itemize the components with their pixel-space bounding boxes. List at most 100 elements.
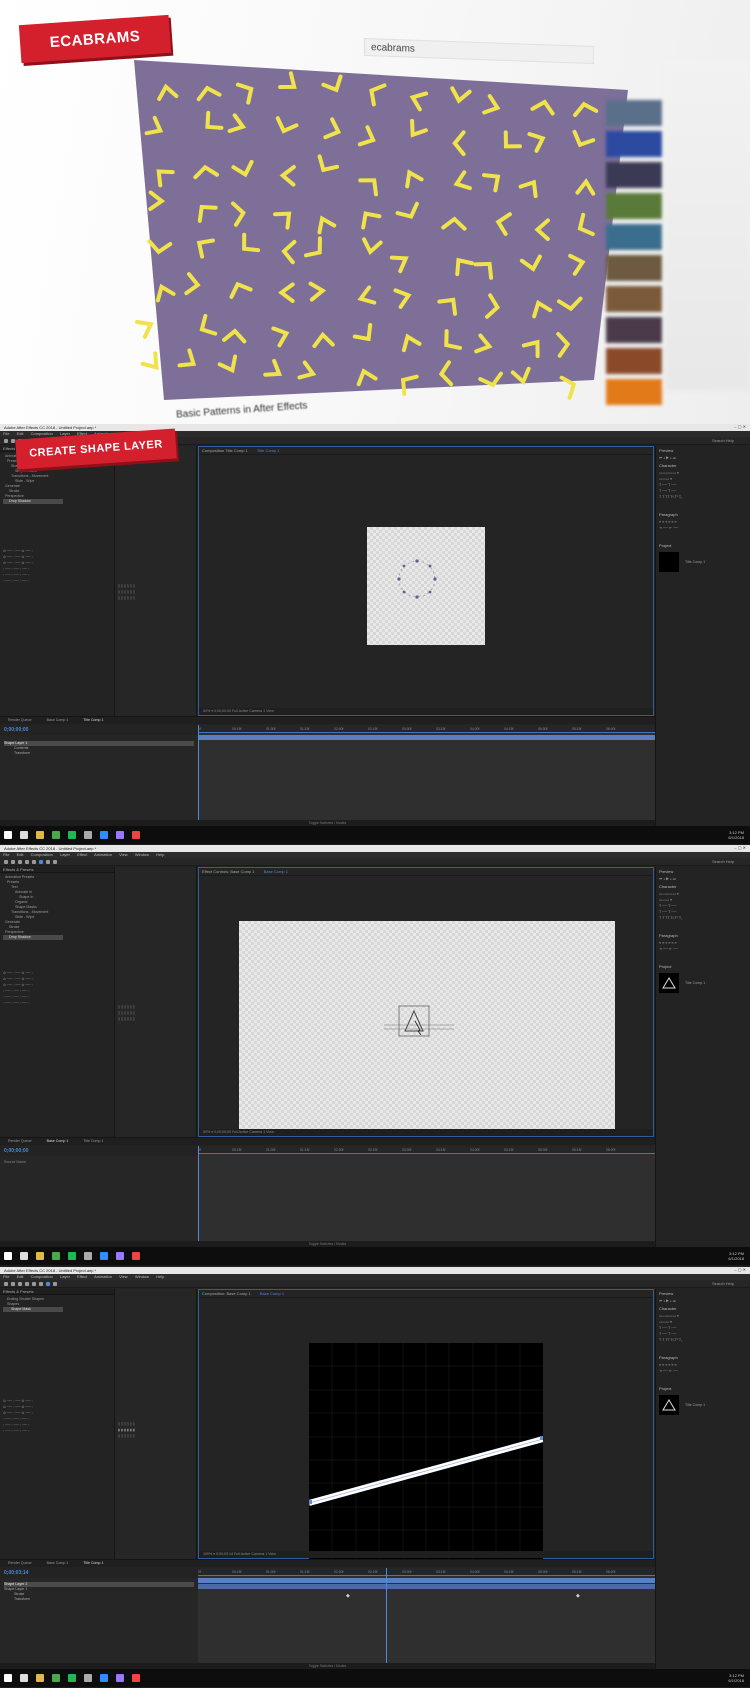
after-effects-icon[interactable] <box>116 1252 124 1260</box>
start-icon[interactable] <box>4 1674 12 1682</box>
chrome-icon[interactable] <box>52 1252 60 1260</box>
tab-render-queue[interactable]: Render Queue <box>8 1561 32 1565</box>
layer-property[interactable]: Transform <box>4 1597 194 1602</box>
menu-window[interactable]: Window <box>135 1274 149 1279</box>
selection-tool-icon[interactable] <box>4 860 8 864</box>
menu-edit[interactable]: Edit <box>17 1274 24 1279</box>
system-clock[interactable]: 3:12 PM 6/1/2018 <box>728 1673 744 1683</box>
type-tool-icon[interactable] <box>53 860 57 864</box>
photoshop-icon[interactable] <box>100 1252 108 1260</box>
search-icon[interactable] <box>20 831 28 839</box>
current-time[interactable]: 0;00;03;14 <box>4 1570 28 1576</box>
folder-icon[interactable] <box>36 1252 44 1260</box>
keyframe-icon[interactable]: ◆ <box>576 1593 580 1599</box>
menu-layer[interactable]: Layer <box>60 1274 70 1279</box>
rotate-tool-icon[interactable] <box>25 860 29 864</box>
rectangle-tool-icon[interactable] <box>39 860 43 864</box>
composition-footer[interactable]: 50% ▾ 0;00;00;00 Full Active Camera 1 Vi… <box>199 1129 653 1136</box>
tab-render-queue[interactable]: Render Queue <box>8 1139 32 1143</box>
timeline-tracks[interactable]: 0f 00:15f 01:00f 01:15f 02:00f 02:15f 03:00f 03… <box>198 1146 655 1248</box>
menu-composition[interactable]: Composition <box>31 1274 53 1279</box>
menu-view[interactable]: View <box>119 1274 128 1279</box>
menu-view[interactable]: View <box>119 852 128 857</box>
selection-tool-icon[interactable] <box>4 439 8 443</box>
search-help-input[interactable]: Search Help <box>712 859 742 865</box>
tab-title-comp[interactable]: Title Comp 1 <box>83 1139 103 1143</box>
project-item-name[interactable]: Title Comp 1 <box>682 560 708 564</box>
tab-base-comp[interactable]: Base Comp 1 <box>47 1561 69 1565</box>
tab-title-comp[interactable]: Title Comp 1 <box>83 1561 103 1565</box>
camera-tool-icon[interactable] <box>32 1282 36 1286</box>
layer-duration-bar[interactable] <box>198 1578 655 1583</box>
timeline-tracks[interactable]: 0f 00:15f 01:00f 01:15f 02:00f 02:15f 03:00f 03… <box>198 1568 655 1670</box>
system-clock[interactable]: 3:12 PM 6/1/2018 <box>728 830 744 840</box>
start-icon[interactable] <box>4 1252 12 1260</box>
time-ruler[interactable]: 0f 00:15f 01:00f 01:15f 02:00f 02:15f 03:00f 03… <box>198 1146 655 1154</box>
tab-render-queue[interactable]: Render Queue <box>8 718 32 722</box>
type-tool-icon[interactable] <box>53 1282 57 1286</box>
after-effects-icon[interactable] <box>116 831 124 839</box>
spotify-icon[interactable] <box>68 1674 76 1682</box>
project-item-name[interactable]: Title Comp 1 <box>682 981 708 985</box>
project-item-name[interactable]: Title Comp 1 <box>682 1403 708 1407</box>
premiere-icon[interactable] <box>132 1252 140 1260</box>
menu-window[interactable]: Window <box>135 852 149 857</box>
layer-duration-bar[interactable] <box>198 1584 655 1589</box>
after-effects-icon[interactable] <box>116 1674 124 1682</box>
menu-layer[interactable]: Layer <box>60 852 70 857</box>
menu-help[interactable]: Help <box>156 852 164 857</box>
chrome-icon[interactable] <box>52 831 60 839</box>
photoshop-icon[interactable] <box>100 1674 108 1682</box>
tab-title-comp[interactable]: Title Comp 1 <box>83 718 103 722</box>
tab-title-comp[interactable]: Title Comp 1 <box>257 448 280 453</box>
menu-file[interactable]: File <box>3 1274 9 1279</box>
current-time[interactable]: 0;00;00;00 <box>4 1148 28 1154</box>
premiere-icon[interactable] <box>132 1674 140 1682</box>
window-controls[interactable]: – ▢ ✕ <box>734 1267 746 1272</box>
search-help-input[interactable]: Search Help <box>712 438 742 444</box>
composition-header[interactable]: Effect Controls: Base Comp 1 <box>202 869 255 874</box>
menu-file[interactable]: File <box>3 431 9 436</box>
selection-tool-icon[interactable] <box>4 1282 8 1286</box>
tree-item-selected[interactable]: Drop Shadow <box>3 499 63 504</box>
menu-help[interactable]: Help <box>156 1274 164 1279</box>
system-clock[interactable]: 3:12 PM 6/1/2018 <box>728 1251 744 1261</box>
window-controls[interactable]: – ▢ ✕ <box>734 845 746 850</box>
menu-effect[interactable]: Effect <box>77 1274 87 1279</box>
zoom-tool-icon[interactable] <box>18 1282 22 1286</box>
menu-effect[interactable]: Effect <box>77 852 87 857</box>
time-ruler[interactable]: 0f 00:15f 01:00f 01:15f 02:00f 02:15f 03:00f 03… <box>198 1568 655 1576</box>
rectangle-tool-icon[interactable] <box>39 1282 43 1286</box>
composition-footer[interactable]: 50% ▾ 0;00;00;00 Full Active Camera 1 Vi… <box>199 708 653 715</box>
app-icon[interactable] <box>84 1252 92 1260</box>
folder-icon[interactable] <box>36 1674 44 1682</box>
playhead[interactable] <box>198 725 199 827</box>
camera-tool-icon[interactable] <box>32 860 36 864</box>
menu-file[interactable]: File <box>3 852 9 857</box>
comp-canvas[interactable] <box>239 921 615 1133</box>
comp-canvas[interactable] <box>367 527 485 645</box>
menu-edit[interactable]: Edit <box>17 852 24 857</box>
menu-edit[interactable]: Edit <box>17 431 24 436</box>
window-controls[interactable]: – ▢ ✕ <box>734 424 746 429</box>
playhead[interactable] <box>386 1568 387 1670</box>
search-help-input[interactable]: Search Help <box>712 1281 742 1287</box>
spotify-icon[interactable] <box>68 1252 76 1260</box>
tree-item-selected[interactable]: Drop Shadow <box>3 935 63 940</box>
start-icon[interactable] <box>4 831 12 839</box>
layer-duration-bar[interactable] <box>198 735 655 740</box>
menu-composition[interactable]: Composition <box>31 852 53 857</box>
time-ruler[interactable]: 0f 00:15f 01:00f 01:15f 02:00f 02:15f 03:00f 03… <box>198 725 655 733</box>
composition-header[interactable]: Composition: Base Comp 1 <box>202 1291 251 1296</box>
menu-composition[interactable]: Composition <box>31 431 53 436</box>
folder-icon[interactable] <box>36 831 44 839</box>
tab-base-comp[interactable]: Base Comp 1 <box>264 869 288 874</box>
spotify-icon[interactable] <box>68 831 76 839</box>
video-player[interactable] <box>134 60 628 400</box>
tab-base-comp[interactable]: Base Comp 1 <box>260 1291 284 1296</box>
chrome-icon[interactable] <box>52 1674 60 1682</box>
layer-property[interactable]: Transform <box>4 751 194 756</box>
zoom-tool-icon[interactable] <box>18 860 22 864</box>
app-icon[interactable] <box>84 1674 92 1682</box>
timeline-tracks[interactable]: 0f 00:15f 01:00f 01:15f 02:00f 02:15f 03:00f 03… <box>198 725 655 827</box>
